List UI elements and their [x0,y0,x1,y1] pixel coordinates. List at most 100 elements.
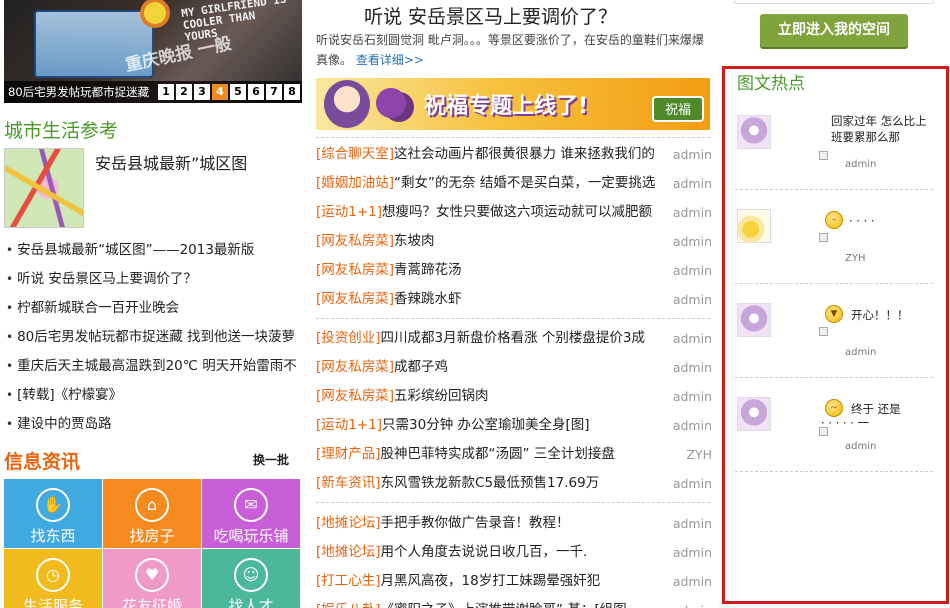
category-tile[interactable]: ⌂ 找房子 [103,479,201,548]
news-title[interactable]: 香辣跳水虾 [394,291,462,307]
read-more-link[interactable]: 查看详细>> [356,53,424,67]
hot-item[interactable]: ~ 终于 还是 · · · · · 一 admin [735,379,933,472]
news-item[interactable]: [运动1+1]想瘦吗？女性只要做这六项运动就可以减肥额 admin [316,198,712,227]
news-category[interactable]: [理财产品] [316,446,381,462]
category-tile[interactable]: ☺ 找人才 [202,549,300,608]
news-item[interactable]: [婚姻加油站]“剩女”的无奈 结婚不是买白菜，一定要挑选 admin [316,169,712,198]
news-category[interactable]: [娱乐八卦] [316,602,381,608]
news-title[interactable]: 这社会动画片都很黄很暴力 谁来拯救我们的 [394,146,655,162]
news-item[interactable]: [新车资讯]东风雪铁龙新款C5最低预售17.69万 admin [316,469,712,498]
rabbit-thumbnail[interactable] [737,397,771,431]
news-author[interactable]: admin [673,382,712,411]
hot-item[interactable]: ▼ 开心！！！ admin [735,285,933,378]
news-title[interactable]: 股神巴菲特实成都“汤圆” 三全计划接盘 [381,446,615,462]
city-feature-link[interactable]: 安岳县城最新”城区图 [95,150,247,174]
banner-button[interactable]: 祝福 [652,96,704,122]
news-item[interactable]: [网友私房菜]青蒿蹄花汤 admin [316,256,712,285]
headline-title[interactable]: 听说 安岳景区马上要调价了？ [364,2,617,29]
news-item[interactable]: [娱乐八卦]《蜜阳之子》上演推带谢脸哥” 基：[组图 admin [316,596,712,608]
news-title[interactable]: 用个人角度去说说日收几百，一千. [381,544,588,560]
hot-item-text[interactable]: 开心！！！ [851,307,909,323]
news-category[interactable]: [网友私房菜] [316,291,394,307]
enter-my-space-button[interactable]: 立即进入我的空间 [760,14,908,47]
news-category[interactable]: [网友私房菜] [316,233,394,249]
news-author[interactable]: admin [673,285,712,314]
pager-page[interactable]: 1 [158,84,174,100]
hot-item-text[interactable]: 回家过年 怎么比上班要累那么那 [831,113,927,145]
news-author[interactable]: admin [673,411,712,440]
hot-item[interactable]: – · · · · ZYH [735,191,933,284]
news-item[interactable]: [打工心生]月黑风高夜，18岁打工妹踢晕强奸犯 admin [316,567,712,596]
news-author[interactable]: admin [673,227,712,256]
news-category[interactable]: [网友私房菜] [316,388,394,404]
news-title[interactable]: 东风雪铁龙新款C5最低预售17.69万 [381,475,600,491]
news-author[interactable]: admin [673,353,712,382]
news-category[interactable]: [打工心生] [316,573,381,589]
category-tile[interactable]: ◷ 生活服务 [4,549,102,608]
blessing-banner[interactable]: 祝福专题上线了! 祝福 [316,78,710,130]
news-author[interactable]: admin [673,567,712,596]
category-tile[interactable]: ✉ 吃喝玩乐铺 [202,479,300,548]
news-title[interactable]: 成都子鸡 [394,359,448,375]
news-category[interactable]: [投资创业] [316,330,381,346]
news-category[interactable]: [地摊论坛] [316,515,381,531]
news-title[interactable]: 四川成都3月新盘价格看涨 个别楼盘提价3成 [381,330,645,346]
pager-page[interactable]: 5 [230,84,246,100]
list-item[interactable]: 柠都新城联合一百开业晚会 [6,294,305,323]
news-title[interactable]: 手把手教你做广告录音！教程！ [381,515,570,531]
pager-page[interactable]: 7 [266,84,282,100]
news-author[interactable]: admin [673,198,712,227]
news-category[interactable]: [运动1+1] [316,417,382,433]
news-title[interactable]: “剩女”的无奈 结婚不是买白菜，一定要挑选 [394,175,655,191]
news-item[interactable]: [地摊论坛]手把手教你做广告录音！教程！ admin [316,509,712,538]
news-title[interactable]: 只需30分钟 办公室瑜珈美全身[图] [382,417,590,433]
news-item[interactable]: [地摊论坛]用个人角度去说说日收几百，一千. admin [316,538,712,567]
list-item[interactable]: 重庆后天主城最高温跌到20℃ 明天开始雷雨不 [6,352,305,381]
list-item[interactable]: 安岳县城最新“城区图”——2013最新版 [6,236,305,265]
news-category[interactable]: [网友私房菜] [316,359,394,375]
news-author[interactable]: admin [673,169,712,198]
refresh-link[interactable]: 换一批 [253,451,289,468]
list-item[interactable]: 建设中的贾岛路 [6,410,305,439]
news-title[interactable]: 《蜜阳之子》上演推带谢脸哥” 基：[组图 [381,602,627,608]
news-category[interactable]: [新车资讯] [316,475,381,491]
news-item[interactable]: [综合聊天室]这社会动画片都很黄很暴力 谁来拯救我们的 admin [316,140,712,169]
news-item[interactable]: [投资创业]四川成都3月新盘价格看涨 个别楼盘提价3成 admin [316,324,712,353]
category-tile[interactable]: ♥ 花友征婚 [103,549,201,608]
category-tile[interactable]: ✋ 找东西 [4,479,102,548]
pager-page[interactable]: 8 [284,84,300,100]
pager-page[interactable]: 3 [194,84,210,100]
pager-page-active[interactable]: 4 [212,84,228,100]
news-author[interactable]: admin [673,324,712,353]
pager-page[interactable]: 2 [176,84,192,100]
news-author[interactable]: admin [673,140,712,169]
news-category[interactable]: [婚姻加油站] [316,175,394,191]
news-title[interactable]: 月黑风高夜，18岁打工妹踢晕强奸犯 [381,573,601,589]
news-title[interactable]: 东坡肉 [394,233,435,249]
hot-item[interactable]: 回家过年 怎么比上班要累那么那 admin [735,97,933,190]
news-item[interactable]: [网友私房菜]香辣跳水虾 admin [316,285,712,314]
news-author[interactable]: admin [673,596,712,608]
news-title[interactable]: 青蒿蹄花汤 [394,262,462,278]
lemon-thumbnail[interactable] [737,209,771,243]
news-item[interactable]: [网友私房菜]五彩缤纷回锅肉 admin [316,382,712,411]
list-item[interactable]: 听说 安岳景区马上要调价了？ [6,265,305,294]
news-author[interactable]: admin [673,469,712,498]
news-item[interactable]: [运动1+1]只需30分钟 办公室瑜珈美全身[图] admin [316,411,712,440]
news-category[interactable]: [综合聊天室] [316,146,394,162]
city-map-thumbnail[interactable] [4,148,84,228]
news-category[interactable]: [网友私房菜] [316,262,394,278]
news-author[interactable]: admin [673,538,712,567]
hot-item-text[interactable]: · · · · [849,213,875,229]
news-item[interactable]: [网友私房菜]成都子鸡 admin [316,353,712,382]
news-item[interactable]: [理财产品]股神巴菲特实成都“汤圆” 三全计划接盘 ZYH [316,440,712,469]
rabbit-thumbnail[interactable] [737,115,771,149]
slideshow[interactable]: MY GIRLFRIEND IS COOLER THAN YOURS 重庆晚报 … [4,0,302,103]
rabbit-thumbnail[interactable] [737,303,771,337]
news-category[interactable]: [运动1+1] [316,204,382,220]
list-item[interactable]: 80后宅男发帖玩都市捉迷藏 找到他送一块菠萝 [6,323,305,352]
news-title[interactable]: 想瘦吗？女性只要做这六项运动就可以减肥额 [382,204,652,220]
news-item[interactable]: [网友私房菜]东坡肉 admin [316,227,712,256]
news-title[interactable]: 五彩缤纷回锅肉 [394,388,489,404]
list-item[interactable]: [转载]《柠檬宴》 [6,381,305,410]
